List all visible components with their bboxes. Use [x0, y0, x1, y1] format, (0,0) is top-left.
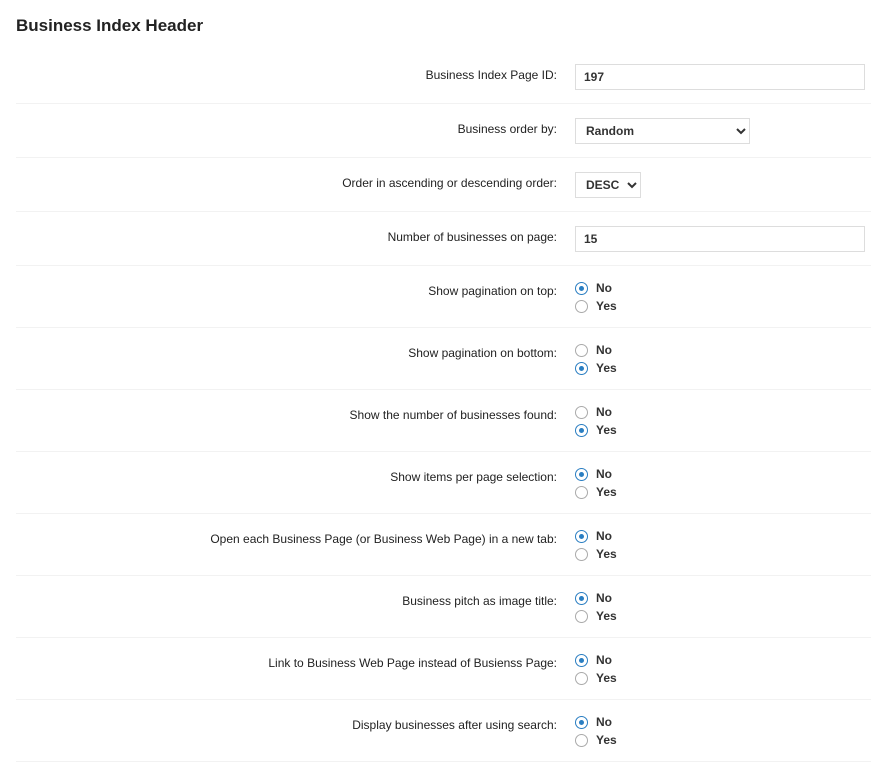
radio-label-yes: Yes: [596, 546, 617, 562]
label-open-new-tab: Open each Business Page (or Business Web…: [16, 528, 571, 546]
label-pag-top: Show pagination on top:: [16, 280, 571, 298]
label-show-count: Show the number of businesses found:: [16, 404, 571, 422]
radio-label-yes: Yes: [596, 484, 617, 500]
radio-pag-top-no[interactable]: [575, 282, 588, 295]
radio-label-yes: Yes: [596, 298, 617, 314]
row-show-count: Show the number of businesses found: No …: [16, 390, 871, 452]
radio-after-search-yes[interactable]: [575, 734, 588, 747]
radio-label-yes: Yes: [596, 422, 617, 438]
radio-link-webpage-yes[interactable]: [575, 672, 588, 685]
row-pag-top: Show pagination on top: No Yes: [16, 266, 871, 328]
select-order-dir[interactable]: DESC: [575, 172, 641, 198]
radio-after-search-no[interactable]: [575, 716, 588, 729]
label-order-dir: Order in ascending or descending order:: [16, 172, 571, 190]
radio-open-new-tab-yes[interactable]: [575, 548, 588, 561]
label-page-id: Business Index Page ID:: [16, 64, 571, 82]
radio-label-no: No: [596, 280, 612, 296]
radio-pitch-title-yes[interactable]: [575, 610, 588, 623]
radio-show-ipp-no[interactable]: [575, 468, 588, 481]
row-pag-bottom: Show pagination on bottom: No Yes: [16, 328, 871, 390]
row-page-id: Business Index Page ID:: [16, 50, 871, 104]
row-pitch-title: Business pitch as image title: No Yes: [16, 576, 871, 638]
row-order-dir: Order in ascending or descending order: …: [16, 158, 871, 212]
label-after-search: Display businesses after using search:: [16, 714, 571, 732]
row-link-webpage: Link to Business Web Page instead of Bus…: [16, 638, 871, 700]
row-show-ipp: Show items per page selection: No Yes: [16, 452, 871, 514]
row-per-page: Number of businesses on page:: [16, 212, 871, 266]
radio-show-count-yes[interactable]: [575, 424, 588, 437]
radio-pag-bottom-yes[interactable]: [575, 362, 588, 375]
radio-open-new-tab-no[interactable]: [575, 530, 588, 543]
section-title: Business Index Header: [16, 16, 871, 36]
radio-label-yes: Yes: [596, 670, 617, 686]
label-pitch-title: Business pitch as image title:: [16, 590, 571, 608]
radio-pag-bottom-no[interactable]: [575, 344, 588, 357]
radio-pag-top-yes[interactable]: [575, 300, 588, 313]
label-per-page: Number of businesses on page:: [16, 226, 571, 244]
input-per-page[interactable]: [575, 226, 865, 252]
label-order-by: Business order by:: [16, 118, 571, 136]
radio-pitch-title-no[interactable]: [575, 592, 588, 605]
radio-link-webpage-no[interactable]: [575, 654, 588, 667]
radio-label-no: No: [596, 342, 612, 358]
radio-label-yes: Yes: [596, 360, 617, 376]
radio-show-ipp-yes[interactable]: [575, 486, 588, 499]
row-order-by: Business order by: Random: [16, 104, 871, 158]
radio-label-no: No: [596, 466, 612, 482]
label-pag-bottom: Show pagination on bottom:: [16, 342, 571, 360]
radio-label-yes: Yes: [596, 732, 617, 748]
radio-label-no: No: [596, 714, 612, 730]
radio-label-no: No: [596, 590, 612, 606]
label-link-webpage: Link to Business Web Page instead of Bus…: [16, 652, 571, 670]
radio-show-count-no[interactable]: [575, 406, 588, 419]
radio-label-no: No: [596, 404, 612, 420]
row-open-new-tab: Open each Business Page (or Business Web…: [16, 514, 871, 576]
label-show-ipp: Show items per page selection:: [16, 466, 571, 484]
row-after-search: Display businesses after using search: N…: [16, 700, 871, 762]
radio-label-no: No: [596, 652, 612, 668]
select-order-by[interactable]: Random: [575, 118, 750, 144]
radio-label-no: No: [596, 528, 612, 544]
radio-label-yes: Yes: [596, 608, 617, 624]
input-page-id[interactable]: [575, 64, 865, 90]
